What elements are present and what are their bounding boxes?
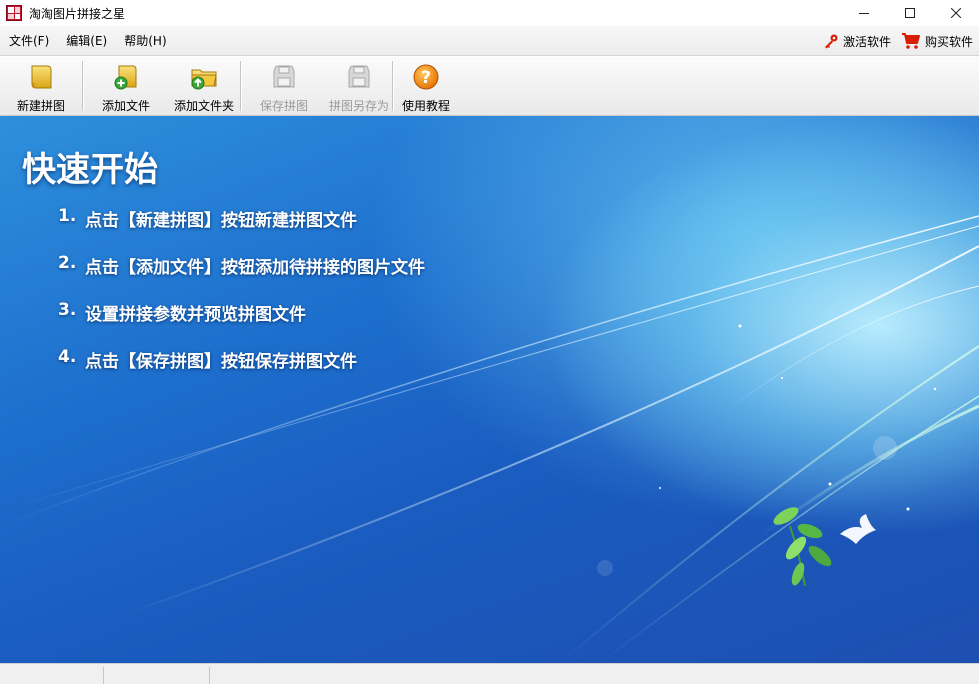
- activate-software-link[interactable]: 激活软件: [823, 33, 891, 50]
- step-number: 3.: [58, 300, 77, 320]
- close-icon: [951, 8, 961, 18]
- app-logo-icon: [6, 5, 22, 21]
- close-button[interactable]: [933, 0, 979, 26]
- menu-help[interactable]: 帮助(H): [115, 32, 174, 49]
- add-file-button[interactable]: 添加文件: [84, 57, 168, 116]
- add-file-icon: [111, 62, 141, 92]
- save-as-button[interactable]: 拼图另存为: [326, 57, 392, 116]
- quick-start-panel: 快速开始 1. 点击【新建拼图】按钮新建拼图文件 2. 点击【添加文件】按钮添加…: [0, 116, 979, 663]
- new-puzzle-label: 新建拼图: [16, 99, 65, 113]
- window-controls: [841, 0, 979, 26]
- quick-start-steps: 1. 点击【新建拼图】按钮新建拼图文件 2. 点击【添加文件】按钮添加待拼接的图…: [58, 206, 425, 394]
- status-separator: [209, 667, 210, 684]
- add-folder-label: 添加文件夹: [173, 99, 234, 113]
- cart-icon: [901, 33, 920, 49]
- step-number: 4.: [58, 347, 77, 367]
- new-puzzle-button[interactable]: 新建拼图: [0, 57, 82, 116]
- menu-bar: 文件(F) 编辑(E) 帮助(H) 激活软件 购买软件: [0, 26, 979, 56]
- save-as-icon: [344, 62, 374, 92]
- add-folder-icon: [189, 62, 219, 92]
- step-item: 1. 点击【新建拼图】按钮新建拼图文件: [58, 206, 425, 253]
- status-bar: [0, 663, 979, 684]
- add-folder-button[interactable]: 添加文件夹: [168, 57, 240, 116]
- quick-start-title: 快速开始: [22, 150, 158, 190]
- menu-edit[interactable]: 编辑(E): [57, 32, 115, 49]
- menu-right-actions: 激活软件 购买软件: [819, 26, 979, 56]
- toolbar: 新建拼图 添加文件 添加文件夹 保存拼图 拼图另存为 ? 使用教程: [0, 57, 979, 116]
- status-separator: [103, 667, 104, 684]
- step-item: 3. 设置拼接参数并预览拼图文件: [58, 300, 425, 347]
- dove-decoration: [840, 514, 876, 544]
- save-as-label: 拼图另存为: [328, 99, 389, 113]
- key-icon: [824, 34, 838, 49]
- add-file-label: 添加文件: [101, 99, 150, 113]
- buy-software-link[interactable]: 购买软件: [901, 32, 973, 50]
- svg-text:?: ?: [421, 68, 431, 88]
- new-puzzle-icon: [26, 62, 56, 92]
- buy-label: 购买软件: [924, 34, 973, 49]
- save-puzzle-label: 保存拼图: [259, 99, 308, 113]
- step-item: 4. 点击【保存拼图】按钮保存拼图文件: [58, 347, 425, 394]
- activate-label: 激活软件: [842, 34, 891, 49]
- menu-file[interactable]: 文件(F): [0, 32, 57, 49]
- step-text: 点击【添加文件】按钮添加待拼接的图片文件: [85, 258, 425, 278]
- leaf-branch-decoration: [773, 507, 832, 587]
- step-number: 2.: [58, 253, 77, 273]
- title-bar: 淘淘图片拼接之星: [0, 0, 979, 26]
- tutorial-button[interactable]: ? 使用教程: [394, 57, 458, 116]
- step-text: 设置拼接参数并预览拼图文件: [85, 305, 306, 325]
- help-icon: ?: [411, 62, 441, 92]
- minimize-button[interactable]: [841, 0, 887, 26]
- step-text: 点击【新建拼图】按钮新建拼图文件: [85, 211, 357, 231]
- maximize-button[interactable]: [887, 0, 933, 26]
- minimize-icon: [859, 13, 869, 14]
- step-item: 2. 点击【添加文件】按钮添加待拼接的图片文件: [58, 253, 425, 300]
- tutorial-label: 使用教程: [401, 99, 450, 113]
- maximize-icon: [905, 8, 915, 18]
- window-title: 淘淘图片拼接之星: [29, 6, 126, 21]
- step-text: 点击【保存拼图】按钮保存拼图文件: [85, 352, 357, 372]
- save-puzzle-button[interactable]: 保存拼图: [242, 57, 326, 116]
- step-number: 1.: [58, 206, 77, 226]
- save-puzzle-icon: [269, 62, 299, 92]
